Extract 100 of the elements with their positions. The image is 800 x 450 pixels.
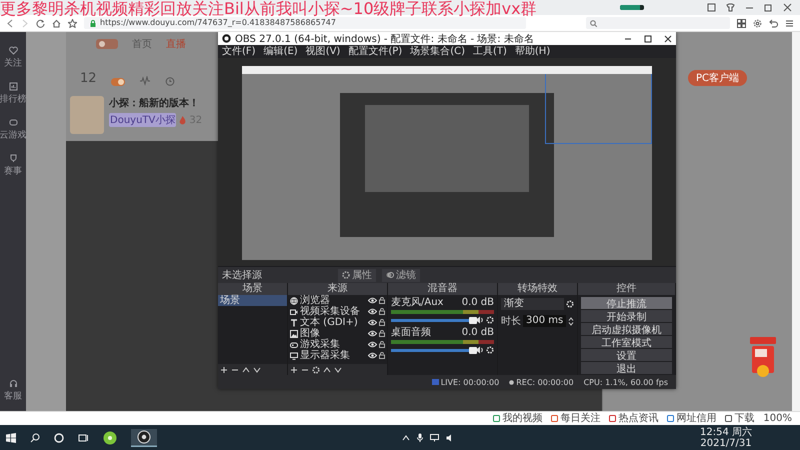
eye-icon[interactable] [368, 330, 377, 337]
zoom-level[interactable]: 100% [763, 412, 792, 424]
source-item[interactable]: 浏览器 [288, 295, 387, 306]
reload-icon[interactable] [36, 18, 45, 28]
status-bar-link[interactable]: 下载 [734, 412, 754, 424]
move-down-icon[interactable] [253, 366, 261, 374]
padlock-icon[interactable] [379, 308, 385, 315]
sidebar-item[interactable]: 赛事 [4, 164, 22, 178]
channel-reading: 0.0 dB [462, 297, 494, 308]
record-timer: REC: 00:00:00 [516, 378, 574, 386]
menu-item[interactable]: 文件(F) [222, 45, 256, 58]
sidebar-item[interactable]: 客服 [4, 390, 22, 402]
status-bar-link[interactable]: 网址信用 [676, 412, 716, 424]
close-icon[interactable] [664, 34, 672, 42]
move-up-icon[interactable] [242, 366, 250, 374]
clock-time[interactable]: 12:54 周六 [700, 426, 752, 438]
settings-icon[interactable] [753, 18, 762, 28]
source-item[interactable]: 显示器采集 [288, 350, 387, 361]
source-item[interactable]: 图像 [288, 328, 387, 339]
control-button[interactable]: 设置 [581, 349, 672, 361]
shirt-icon[interactable] [726, 3, 735, 12]
control-button[interactable]: 开始录制 [581, 310, 672, 322]
gear-icon[interactable] [486, 346, 494, 354]
star-icon[interactable] [68, 18, 77, 28]
restore-down-icon[interactable] [707, 3, 716, 12]
channel-name: 桌面音频 [391, 327, 431, 338]
speaker-icon[interactable] [475, 316, 484, 324]
scene-item[interactable]: 场景 [218, 295, 287, 306]
search-icon [590, 20, 597, 26]
eye-icon[interactable] [368, 319, 377, 326]
padlock-icon[interactable] [379, 341, 385, 348]
duration-field[interactable]: 300 ms [523, 315, 566, 327]
gear-icon[interactable] [566, 300, 574, 308]
menu-item[interactable]: 场景集合(C) [410, 45, 465, 58]
control-button[interactable]: 启动虚拟摄像机 [581, 323, 672, 335]
maximize-icon[interactable] [644, 34, 652, 42]
monitor-icon [290, 352, 298, 360]
duration-label: 时长 [501, 314, 521, 328]
live-icon [432, 379, 439, 385]
spin-arrows-icon[interactable] [568, 316, 574, 326]
search-field[interactable] [586, 17, 730, 29]
status-bar-link[interactable]: 我的视频 [502, 412, 542, 424]
eye-icon[interactable] [368, 352, 377, 359]
menu-icon[interactable] [785, 18, 794, 28]
eye-icon[interactable] [368, 297, 377, 304]
gear-icon[interactable] [312, 366, 320, 374]
plus-icon[interactable] [220, 366, 228, 374]
padlock-icon[interactable] [379, 319, 385, 326]
menu-item[interactable]: 编辑(E) [264, 45, 298, 58]
transition-dropdown[interactable]: 渐变 [501, 298, 564, 310]
source-item[interactable]: 视频采集设备 [288, 306, 387, 317]
microphone-icon[interactable] [417, 433, 423, 442]
source-item[interactable]: 文本 (GDI+) [288, 317, 387, 328]
gear-icon[interactable] [486, 316, 494, 324]
status-bar-link[interactable]: 每日关注 [560, 412, 600, 424]
control-button[interactable]: 退出 [581, 362, 672, 374]
menu-item[interactable]: 帮助(H) [514, 45, 550, 58]
toolbar-button[interactable]: 滤镜 [382, 268, 420, 282]
chevron-up-icon[interactable] [402, 434, 410, 440]
sidebar-item[interactable]: 云游戏 [0, 128, 26, 142]
ball-app-icon[interactable] [103, 430, 117, 444]
status-bar-icon [667, 415, 674, 422]
eye-icon[interactable] [368, 341, 377, 348]
address-bar[interactable]: https://www.douyu.com/747637_r=0.41838487586865747 [84, 17, 526, 29]
toolbar-button[interactable]: 属性 [338, 268, 376, 282]
network-icon[interactable] [430, 434, 439, 442]
source-item[interactable]: 游戏采集 [288, 339, 387, 350]
circle-icon[interactable] [54, 432, 64, 442]
control-button[interactable]: 工作室模式 [581, 336, 672, 348]
menu-item[interactable]: 视图(V) [306, 45, 340, 58]
undo-icon[interactable] [769, 18, 778, 28]
close-icon[interactable] [783, 3, 792, 12]
move-down-icon[interactable] [334, 366, 342, 374]
padlock-icon[interactable] [379, 297, 385, 304]
gift-envelope-icon[interactable] [748, 337, 778, 379]
client-download-button[interactable]: PC客户端 [688, 70, 747, 86]
back-icon[interactable] [6, 18, 14, 28]
menu-item[interactable]: 配置文件(P) [348, 45, 402, 58]
maximize-icon[interactable] [764, 3, 773, 12]
status-bar-link[interactable]: 热点资讯 [618, 412, 658, 424]
padlock-icon[interactable] [379, 330, 385, 337]
home-icon[interactable] [52, 18, 61, 28]
start-icon[interactable] [6, 432, 16, 442]
filter-icon [386, 271, 394, 279]
padlock-icon[interactable] [379, 352, 385, 359]
speaker-icon[interactable] [475, 346, 484, 354]
record-app-icon[interactable] [131, 428, 157, 446]
grid-icon[interactable] [737, 18, 746, 28]
control-button[interactable]: 停止推流 [581, 297, 672, 309]
move-up-icon[interactable] [323, 366, 331, 374]
search-icon[interactable] [30, 432, 40, 442]
menu-item[interactable]: 工具(T) [472, 45, 507, 58]
eye-icon[interactable] [368, 308, 377, 315]
plus-icon[interactable] [290, 366, 298, 374]
status-bar-icon [609, 415, 616, 422]
sidebar-item[interactable]: 关注 [4, 56, 22, 70]
clock-date[interactable]: 2021/7/31 [700, 438, 752, 448]
task-view-icon[interactable] [78, 432, 89, 442]
status-bar-icon [493, 415, 500, 422]
toggle-icon[interactable] [110, 78, 125, 86]
